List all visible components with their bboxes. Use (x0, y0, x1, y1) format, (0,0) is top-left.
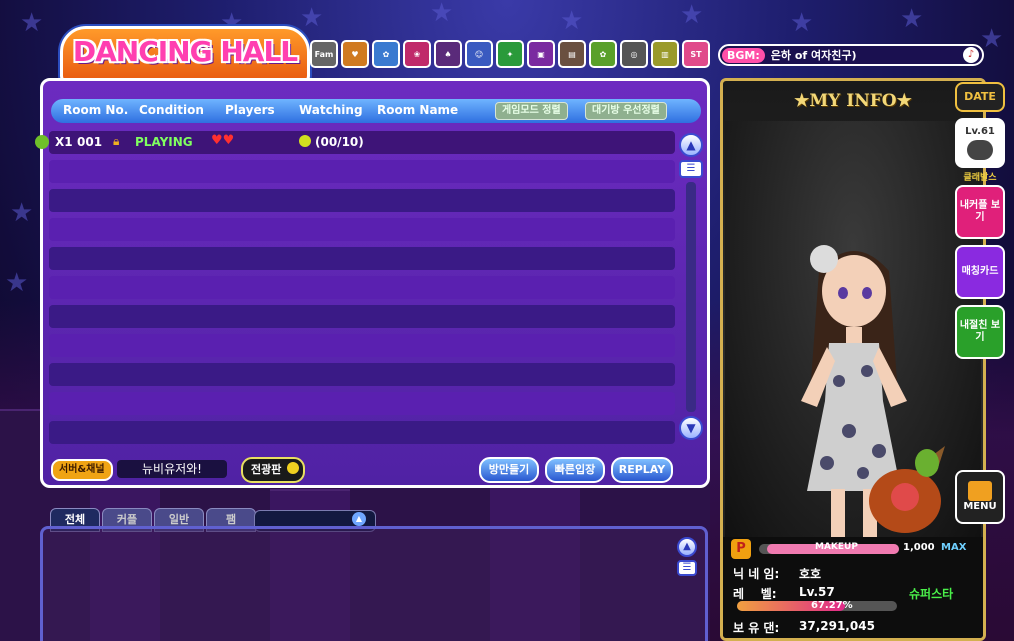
level-value: Lv.57 (799, 585, 835, 599)
exp-percent: 67.27% (811, 600, 853, 611)
room-multiplier: X1 (55, 135, 73, 149)
room-bottom-bar: 서버&채널 뉴비유저와! 전광판 방만들기 빠른입장 REPLAY (51, 457, 701, 483)
heart-label: 클래발스 (963, 173, 997, 183)
couple-icon[interactable]: ♥ (341, 40, 369, 68)
col-players[interactable]: Players (225, 103, 275, 117)
broadcast-button[interactable]: 전광판 (241, 457, 306, 483)
broadcast-label: 전광판 (251, 463, 282, 476)
quick-join-button[interactable]: 빠른입장 (545, 457, 605, 483)
scroll-track[interactable] (686, 182, 696, 412)
makeup-max: MAX (941, 542, 967, 553)
photo-icon[interactable]: ▤ (558, 40, 586, 68)
apple-icon (35, 135, 49, 149)
title-badge: 슈퍼스타 (909, 587, 954, 601)
chat-scroll-thumb[interactable]: ☰ (677, 560, 697, 576)
room-row[interactable] (49, 189, 675, 212)
family-icon[interactable]: Fam (310, 40, 338, 68)
room-row[interactable]: X1 001 🔒︎ PLAYING ♥♥ (00/10) (35, 131, 675, 154)
wait-sort-button[interactable]: 대기방 우선정렬 (585, 102, 667, 120)
scroll-up-icon[interactable]: ▲ (679, 133, 703, 157)
room-scrollbar[interactable]: ▲ ☰ ▼ (677, 133, 705, 453)
matching-card-button[interactable]: 매칭카드 (955, 245, 1005, 299)
event-icon[interactable]: ✦ (496, 40, 524, 68)
level-label: 레 벨: (733, 587, 777, 601)
room-row[interactable] (49, 421, 675, 444)
room-row[interactable] (49, 247, 675, 270)
room-row[interactable] (49, 218, 675, 241)
garden-icon[interactable]: ✿ (589, 40, 617, 68)
my-info-title: ★MY INFO★ (794, 91, 912, 111)
box-icon[interactable]: ▣ (527, 40, 555, 68)
watcher-face-icon (299, 135, 311, 147)
chat-panel: ▲ ☰ (40, 526, 708, 641)
folder-search-icon (968, 481, 992, 501)
my-info-stats: P MAKEUP 1,000 MAX 닉 네 임: 호호 레 벨: Lv.57 … (723, 537, 983, 638)
room-row[interactable] (49, 334, 675, 357)
bgm-label: BGM: (722, 47, 765, 63)
players-icon: ♥♥ (211, 133, 235, 148)
chat-scrollbar[interactable]: ▲ ☰ (677, 537, 697, 576)
couple-view-button[interactable]: 내커플 보기 (955, 185, 1005, 239)
nickname-value: 호호 (799, 567, 822, 581)
bgm-song: 은하 of 여자친구) (770, 49, 857, 62)
level-badge: Lv.61 (955, 118, 1005, 168)
scroll-thumb[interactable]: ☰ (679, 160, 703, 178)
room-row[interactable] (49, 276, 675, 299)
bff-view-button[interactable]: 내절친 보기 (955, 305, 1005, 359)
makeup-label: MAKEUP (815, 542, 858, 552)
my-info-panel: ★MY INFO★ P MAKEUP 1,000 MAX 닉 네 임: 호호 레… (720, 78, 986, 641)
dancing-hall-logo: DANCING HALL (60, 26, 310, 84)
money-value: 37,291,045 (799, 619, 875, 633)
room-number: 001 (77, 135, 103, 149)
club-icon[interactable]: ✿ (372, 40, 400, 68)
rice-ball-icon (967, 140, 993, 160)
lock-icon: 🔒︎ (113, 134, 120, 148)
chat-scroll-up-icon[interactable]: ▲ (677, 537, 697, 557)
room-condition: PLAYING (135, 135, 193, 149)
col-condition[interactable]: Condition (139, 103, 204, 117)
server-channel-button[interactable]: 서버&채널 (51, 459, 113, 481)
chat-expand-icon[interactable]: ▲ (352, 512, 366, 526)
story-icon[interactable]: ST (682, 40, 710, 68)
server-name: 뉴비유저와! (117, 460, 227, 478)
room-watching: (00/10) (315, 135, 364, 149)
point-icon: P (731, 539, 751, 559)
side-buttons: DATE Lv.61 클래발스 내커플 보기 매칭카드 내절친 보기 (955, 82, 1005, 359)
level-badge-text: Lv.61 (965, 126, 995, 137)
date-button[interactable]: DATE (955, 82, 1005, 112)
makeup-value: 1,000 (903, 542, 935, 553)
room-row[interactable] (49, 392, 675, 415)
logo-text: DANCING HALL (72, 35, 298, 68)
bgm-bar: BGM: 은하 of 여자친구) ♪ (718, 44, 984, 66)
bgm-settings-icon[interactable]: ♪ (963, 47, 979, 63)
top-toolbar: Fam ♥ ✿ ❀ ♠ ☺ ✦ ▣ ▤ ✿ ◎ ▥ ST (310, 40, 710, 68)
megaphone-icon (287, 462, 300, 474)
replay-button[interactable]: REPLAY (611, 457, 673, 483)
book-icon[interactable]: ▥ (651, 40, 679, 68)
community-icon[interactable]: ☺ (465, 40, 493, 68)
menu-button[interactable]: MENU (955, 470, 1005, 524)
mode-sort-button[interactable]: 게임모드 정렬 (495, 102, 568, 120)
room-row[interactable] (49, 305, 675, 328)
ring-icon[interactable]: ◎ (620, 40, 648, 68)
room-list-panel: Room No. Condition Players Watching Room… (35, 78, 710, 488)
col-room-name[interactable]: Room Name (377, 103, 458, 117)
gift-icon[interactable]: ❀ (403, 40, 431, 68)
nickname-label: 닉 네 임: (733, 567, 780, 581)
room-row[interactable] (49, 160, 675, 183)
money-label: 보 유 댄: (733, 621, 780, 635)
col-watching[interactable]: Watching (299, 103, 363, 117)
room-row[interactable] (49, 363, 675, 386)
col-room-no[interactable]: Room No. (63, 103, 128, 117)
room-list-header: Room No. Condition Players Watching Room… (51, 99, 701, 123)
scroll-down-icon[interactable]: ▼ (679, 416, 703, 440)
menu-label: MENU (963, 501, 997, 512)
room-rows: X1 001 🔒︎ PLAYING ♥♥ (00/10) (35, 131, 675, 450)
shop-icon[interactable]: ♠ (434, 40, 462, 68)
create-room-button[interactable]: 방만들기 (479, 457, 539, 483)
pet-reindeer-icon (869, 446, 945, 533)
avatar-stage (725, 121, 981, 589)
